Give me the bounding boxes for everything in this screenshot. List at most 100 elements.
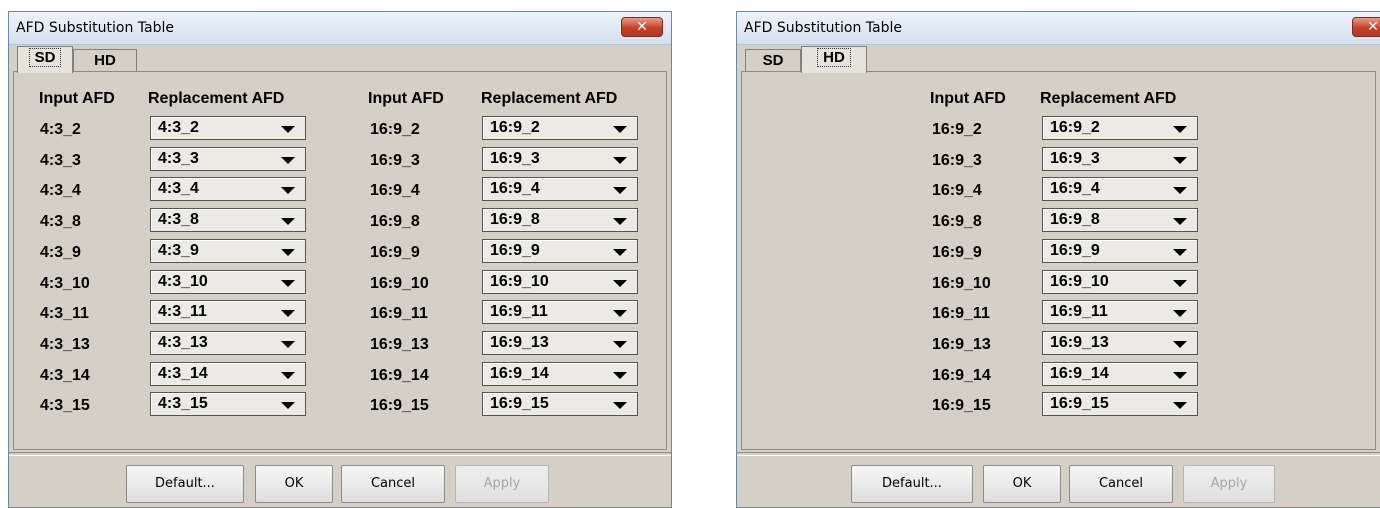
apply-button[interactable]: Apply xyxy=(1183,465,1275,503)
chevron-down-icon[interactable] xyxy=(613,248,627,256)
hd-replacement-afd-dropdown[interactable]: 16:9_8 xyxy=(1042,208,1198,233)
wide-replacement-afd-dropdown[interactable]: 16:9_3 xyxy=(482,146,638,171)
chevron-down-icon[interactable] xyxy=(1173,187,1187,195)
chevron-down-icon[interactable] xyxy=(1173,310,1187,318)
chevron-down-icon[interactable] xyxy=(613,187,627,195)
chevron-down-icon[interactable] xyxy=(281,279,295,287)
sd-input-afd-label: 4:3_9 xyxy=(40,243,81,261)
hd-replacement-afd-dropdown[interactable]: 16:9_3 xyxy=(1042,146,1198,171)
tab-sd[interactable]: SD xyxy=(745,49,801,71)
chevron-down-icon[interactable] xyxy=(281,340,295,348)
wide-replacement-afd-dropdown[interactable]: 16:9_11 xyxy=(482,300,638,325)
dropdown-selected-value: 4:3_2 xyxy=(158,119,199,136)
title-bar[interactable]: AFD Substitution Table ✕ xyxy=(9,12,671,45)
wide-replacement-afd-dropdown[interactable]: 16:9_8 xyxy=(482,208,638,233)
close-button[interactable]: ✕ xyxy=(1352,17,1380,37)
tab-strip: SD HD xyxy=(741,46,1376,73)
sd-replacement-afd-dropdown[interactable]: 4:3_2 xyxy=(150,116,306,140)
chevron-down-icon[interactable] xyxy=(613,156,627,164)
chevron-down-icon[interactable] xyxy=(281,402,295,410)
hd-replacement-afd-dropdown[interactable]: 16:9_2 xyxy=(1042,116,1198,140)
chevron-down-icon[interactable] xyxy=(1173,371,1187,379)
chevron-down-icon[interactable] xyxy=(613,340,627,348)
hd-replacement-afd-dropdown[interactable]: 16:9_15 xyxy=(1042,392,1198,417)
dropdown-selected-value: 16:9_10 xyxy=(490,272,549,290)
chevron-down-icon[interactable] xyxy=(1173,218,1187,226)
chevron-down-icon[interactable] xyxy=(1173,126,1187,133)
wide-replacement-afd-dropdown[interactable]: 16:9_4 xyxy=(482,177,638,202)
chevron-down-icon[interactable] xyxy=(1173,402,1187,410)
dropdown-selected-value: 16:9_15 xyxy=(490,395,549,413)
tab-hd[interactable]: HD xyxy=(73,49,137,71)
hd-replacement-afd-dropdown[interactable]: 16:9_11 xyxy=(1042,300,1198,325)
wide-replacement-afd-dropdown[interactable]: 16:9_10 xyxy=(482,269,638,294)
chevron-down-icon[interactable] xyxy=(613,402,627,410)
apply-button[interactable]: Apply xyxy=(455,465,549,503)
dropdown-selected-value: 16:9_13 xyxy=(1050,333,1109,351)
dropdown-selected-value: 16:9_4 xyxy=(1050,180,1100,198)
column-header-input-afd-sd: Input AFD xyxy=(39,90,115,107)
sd-replacement-afd-dropdown[interactable]: 4:3_13 xyxy=(150,330,306,355)
wide-replacement-afd-dropdown[interactable]: 16:9_14 xyxy=(482,361,638,386)
hd-replacement-afd-dropdown[interactable]: 16:9_9 xyxy=(1042,238,1198,263)
ok-button[interactable]: OK xyxy=(255,465,333,503)
sd-replacement-afd-dropdown[interactable]: 4:3_10 xyxy=(150,269,306,294)
ok-button[interactable]: OK xyxy=(983,465,1061,503)
sd-input-afd-label: 4:3_3 xyxy=(40,151,81,169)
chevron-down-icon[interactable] xyxy=(281,248,295,256)
chevron-down-icon[interactable] xyxy=(1173,340,1187,348)
chevron-down-icon[interactable] xyxy=(1173,156,1187,164)
hd-replacement-afd-dropdown[interactable]: 16:9_4 xyxy=(1042,177,1198,202)
chevron-down-icon[interactable] xyxy=(281,126,295,133)
hd-input-afd-label: 16:9_3 xyxy=(932,151,982,169)
chevron-down-icon[interactable] xyxy=(613,371,627,379)
sd-replacement-afd-dropdown[interactable]: 4:3_14 xyxy=(150,361,306,386)
dialog-afd-substitution-sd: AFD Substitution Table ✕ SD HD Input AFD… xyxy=(8,11,672,508)
chevron-down-icon[interactable] xyxy=(281,310,295,318)
hd-replacement-afd-dropdown[interactable]: 16:9_13 xyxy=(1042,330,1198,355)
tab-panel-sd: Input AFD Replacement AFD Input AFD Repl… xyxy=(13,71,667,450)
chevron-down-icon[interactable] xyxy=(613,126,627,133)
chevron-down-icon[interactable] xyxy=(613,310,627,318)
wide-replacement-afd-dropdown[interactable]: 16:9_9 xyxy=(482,238,638,263)
dialog-afd-substitution-hd: AFD Substitution Table ✕ SD HD Input AFD… xyxy=(736,11,1380,508)
tab-sd-label: SD xyxy=(762,52,784,69)
wide-replacement-afd-dropdown[interactable]: 16:9_2 xyxy=(482,116,638,140)
chevron-down-icon[interactable] xyxy=(281,218,295,226)
default-button[interactable]: Default... xyxy=(851,465,973,503)
default-button[interactable]: Default... xyxy=(126,465,244,503)
chevron-down-icon[interactable] xyxy=(613,218,627,226)
dropdown-selected-value: 4:3_3 xyxy=(158,149,199,167)
wide-replacement-afd-dropdown[interactable]: 16:9_13 xyxy=(482,330,638,355)
close-icon: ✕ xyxy=(636,19,648,35)
hd-replacement-afd-dropdown[interactable]: 16:9_10 xyxy=(1042,269,1198,294)
wide-input-afd-label: 16:9_8 xyxy=(370,213,420,231)
chevron-down-icon[interactable] xyxy=(1173,248,1187,256)
hd-input-afd-label: 16:9_10 xyxy=(932,274,991,292)
tab-hd[interactable]: HD xyxy=(801,46,867,73)
wide-replacement-afd-dropdown[interactable]: 16:9_15 xyxy=(482,392,638,417)
cancel-button[interactable]: Cancel xyxy=(1069,465,1173,503)
tab-sd[interactable]: SD xyxy=(17,46,73,73)
sd-replacement-afd-dropdown[interactable]: 4:3_3 xyxy=(150,146,306,171)
sd-replacement-afd-dropdown[interactable]: 4:3_8 xyxy=(150,208,306,233)
cancel-button[interactable]: Cancel xyxy=(341,465,445,503)
chevron-down-icon[interactable] xyxy=(281,371,295,379)
hd-replacement-afd-dropdown[interactable]: 16:9_14 xyxy=(1042,361,1198,386)
close-button[interactable]: ✕ xyxy=(621,17,663,37)
sd-input-afd-label: 4:3_14 xyxy=(40,366,90,384)
tab-hd-label: HD xyxy=(94,52,116,69)
sd-replacement-afd-dropdown[interactable]: 4:3_11 xyxy=(150,300,306,325)
dropdown-selected-value: 16:9_14 xyxy=(1050,364,1109,382)
wide-input-afd-label: 16:9_4 xyxy=(370,182,420,200)
dialog-title: AFD Substitution Table xyxy=(16,20,175,36)
chevron-down-icon[interactable] xyxy=(1173,279,1187,287)
sd-replacement-afd-dropdown[interactable]: 4:3_15 xyxy=(150,392,306,417)
sd-replacement-afd-dropdown[interactable]: 4:3_9 xyxy=(150,238,306,263)
title-bar[interactable]: AFD Substitution Table ✕ xyxy=(737,12,1380,45)
dropdown-selected-value: 4:3_14 xyxy=(158,364,208,382)
sd-replacement-afd-dropdown[interactable]: 4:3_4 xyxy=(150,177,306,202)
chevron-down-icon[interactable] xyxy=(613,279,627,287)
chevron-down-icon[interactable] xyxy=(281,156,295,164)
chevron-down-icon[interactable] xyxy=(281,187,295,195)
